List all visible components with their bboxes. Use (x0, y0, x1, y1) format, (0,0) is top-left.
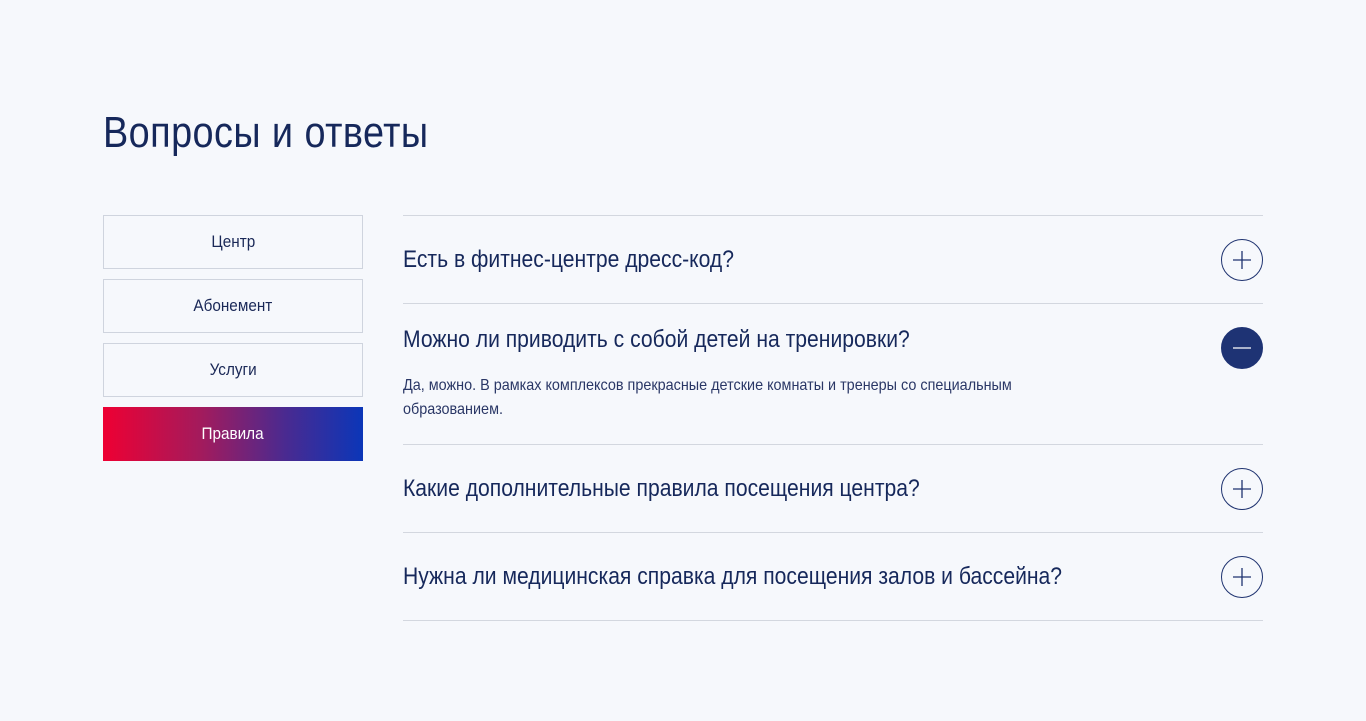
page-title: Вопросы и ответы (103, 108, 429, 157)
faq-item[interactable]: Какие дополнительные правила посещения ц… (403, 445, 1263, 533)
sidebar-item-rules[interactable]: Правила (103, 407, 363, 461)
faq-question[interactable]: Можно ли приводить с собой детей на трен… (403, 325, 910, 355)
faq-list: Есть в фитнес-центре дресс-код? Можно ли… (403, 215, 1263, 621)
faq-question[interactable]: Нужна ли медицинская справка для посещен… (403, 562, 1062, 592)
expand-button[interactable] (1221, 556, 1263, 598)
sidebar-item-center[interactable]: Центр (103, 215, 363, 269)
sidebar-item-services[interactable]: Услуги (103, 343, 363, 397)
sidebar-item-membership[interactable]: Абонемент (103, 279, 363, 333)
collapse-button[interactable] (1221, 327, 1263, 369)
faq-item[interactable]: Можно ли приводить с собой детей на трен… (403, 304, 1263, 445)
plus-icon (1233, 568, 1251, 586)
expand-button[interactable] (1221, 468, 1263, 510)
sidebar-item-label: Услуги (209, 360, 257, 379)
plus-icon (1233, 251, 1251, 269)
minus-icon (1233, 347, 1251, 349)
faq-question[interactable]: Есть в фитнес-центре дресс-код? (403, 245, 734, 275)
plus-icon (1233, 480, 1251, 498)
faq-item[interactable]: Есть в фитнес-центре дресс-код? (403, 216, 1263, 304)
faq-answer: Да, можно. В рамках комплексов прекрасны… (403, 377, 1012, 418)
faq-item[interactable]: Нужна ли медицинская справка для посещен… (403, 533, 1263, 621)
faq-question[interactable]: Какие дополнительные правила посещения ц… (403, 474, 920, 504)
expand-button[interactable] (1221, 239, 1263, 281)
faq-page: Вопросы и ответы Центр Абонемент Услуги … (0, 0, 1366, 721)
sidebar-item-label: Центр (211, 232, 255, 251)
sidebar-item-label: Правила (201, 424, 265, 443)
category-sidebar: Центр Абонемент Услуги Правила (103, 215, 363, 471)
sidebar-item-label: Абонемент (193, 296, 273, 315)
